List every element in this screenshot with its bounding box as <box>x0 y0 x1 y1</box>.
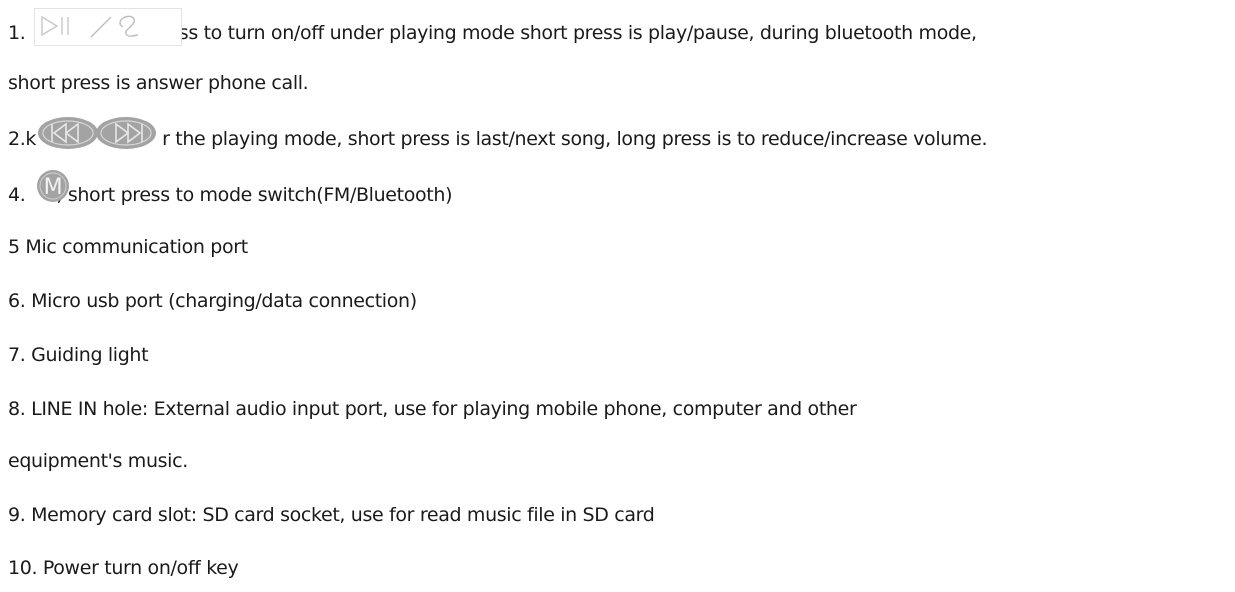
item-1-continuation: short press is answer phone call. <box>8 72 309 94</box>
mode-m-icon: M <box>35 168 71 204</box>
item-7-line: 7. Guiding light <box>8 344 149 366</box>
item-4-number: 4. <box>8 184 26 206</box>
item-5-line: 5 Mic communication port <box>8 236 248 258</box>
item-4-line: 4. , short press to mode switch(FM/Blueto… <box>8 180 452 210</box>
item-8-line: 8. LINE IN hole: External audio input po… <box>8 398 857 420</box>
prev-next-icon <box>32 115 162 151</box>
play-pause-phone-icon <box>34 8 182 46</box>
instruction-document: 1. ess to turn on/off under playing mode … <box>0 0 1235 592</box>
item-4-text: , short press to mode switch(FM/Bluetoot… <box>56 184 453 206</box>
mode-key-glyph: M <box>44 175 63 200</box>
item-9-line: 9. Memory card slot: SD card socket, use… <box>8 504 655 526</box>
item-1-text: ess to turn on/off under playing mode sh… <box>167 22 977 44</box>
item-2-text: r the playing mode, short press is last/… <box>162 128 988 150</box>
item-1-number: 1. <box>8 22 26 44</box>
item-6-line: 6. Micro usb port (charging/data connect… <box>8 290 417 312</box>
item-10-line: 10. Power turn on/off key <box>8 557 239 579</box>
item-8-continuation: equipment's music. <box>8 450 188 472</box>
